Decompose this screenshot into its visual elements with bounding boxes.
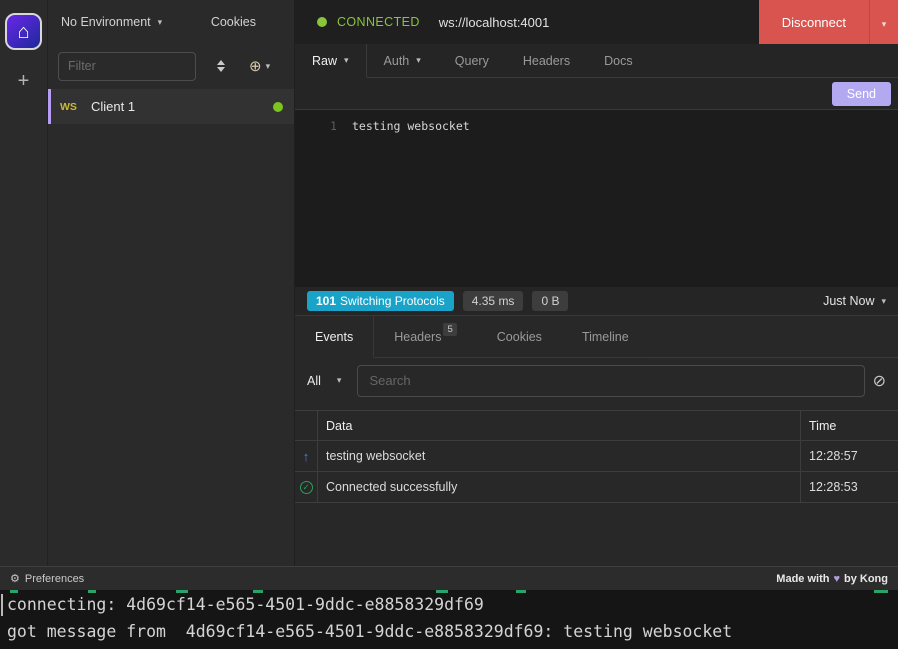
events-filter-row: All ▾ ⊘ bbox=[295, 358, 898, 403]
add-project-button[interactable]: + bbox=[18, 70, 30, 93]
event-time: 12:28:53 bbox=[801, 472, 898, 502]
terminal-clipped-line bbox=[176, 590, 188, 593]
chevron-down-icon: ▾ bbox=[881, 297, 886, 306]
preferences-button[interactable]: ⚙ Preferences bbox=[10, 572, 84, 585]
terminal-clipped-line bbox=[10, 590, 18, 593]
event-time: 12:28:57 bbox=[801, 441, 898, 471]
status-text: Switching Protocols bbox=[340, 294, 445, 308]
response-meta-bar: 101 Switching Protocols 4.35 ms 0 B Just … bbox=[295, 287, 898, 316]
chevron-down-icon: ▾ bbox=[337, 376, 342, 385]
tab-response-cookies[interactable]: Cookies bbox=[477, 316, 562, 358]
cookies-button[interactable]: Cookies bbox=[211, 15, 256, 29]
tab-bar-filler bbox=[650, 44, 898, 78]
chevron-down-icon: ▾ bbox=[158, 18, 163, 27]
tab-query[interactable]: Query bbox=[438, 44, 506, 78]
send-row: Send bbox=[295, 78, 898, 110]
event-data: Connected successfully bbox=[318, 472, 801, 502]
sidebar-header: No Environment ▾ Cookies bbox=[48, 0, 294, 44]
heart-icon: ♥ bbox=[833, 573, 840, 585]
environment-selector[interactable]: No Environment ▾ bbox=[61, 15, 162, 29]
disconnect-group: Disconnect ▾ bbox=[759, 0, 898, 44]
request-tab-bar: Raw ▾ Auth ▾ Query Headers Docs bbox=[295, 44, 898, 78]
home-icon: ⌂ bbox=[17, 22, 29, 42]
response-history-dropdown[interactable]: Just Now ▾ bbox=[823, 294, 888, 308]
terminal-line: got message from 4d69cf14-e565-4501-9ddc… bbox=[7, 622, 732, 641]
arrow-up-icon: ↑ bbox=[303, 450, 310, 463]
chevron-down-icon: ▾ bbox=[266, 62, 271, 71]
environment-label: No Environment bbox=[61, 15, 151, 29]
event-type-select[interactable]: All ▾ bbox=[307, 374, 341, 388]
time-column-header: Time bbox=[801, 411, 898, 440]
tab-response-headers[interactable]: Headers 5 bbox=[374, 316, 477, 358]
connection-status: CONNECTED bbox=[337, 15, 420, 29]
table-row[interactable]: ✓ Connected successfully 12:28:53 bbox=[295, 472, 898, 503]
terminal-line: connecting: 4d69cf14-e565-4501-9ddc-e885… bbox=[7, 595, 484, 614]
ban-icon: ⊘ bbox=[873, 373, 886, 390]
message-editor[interactable]: 1 testing websocket bbox=[295, 110, 898, 287]
terminal-clipped-line bbox=[88, 590, 96, 593]
kong-credit: Made with ♥ by Kong bbox=[776, 573, 888, 585]
response-time-badge: 4.35 ms bbox=[463, 291, 524, 311]
events-table-area: Data Time ↑ testing websocket 12:28:57 ✓… bbox=[295, 403, 898, 566]
request-name: Client 1 bbox=[91, 99, 273, 114]
chevron-down-icon: ▾ bbox=[344, 56, 349, 65]
editor-line-number: 1 bbox=[330, 119, 337, 133]
request-method-badge: WS bbox=[60, 101, 91, 113]
connected-dot-icon bbox=[317, 17, 327, 27]
sort-icon bbox=[217, 67, 225, 72]
tab-events[interactable]: Events bbox=[295, 316, 374, 358]
clear-events-button[interactable]: ⊘ bbox=[873, 371, 886, 391]
events-table: Data Time ↑ testing websocket 12:28:57 ✓… bbox=[295, 410, 898, 503]
response-tab-bar: Events Headers 5 Cookies Timeline bbox=[295, 316, 898, 358]
headers-count-badge: 5 bbox=[443, 323, 456, 336]
sort-button[interactable] bbox=[213, 56, 229, 76]
status-footer: ⚙ Preferences Made with ♥ by Kong bbox=[0, 566, 898, 590]
tab-headers[interactable]: Headers bbox=[506, 44, 587, 78]
tab-bar-filler bbox=[649, 316, 898, 358]
terminal-clipped-line bbox=[516, 590, 526, 593]
home-button[interactable]: ⌂ bbox=[5, 13, 42, 50]
status-code: 101 bbox=[316, 294, 336, 308]
tab-raw[interactable]: Raw ▾ bbox=[295, 44, 367, 78]
data-column-header: Data bbox=[318, 411, 801, 440]
plus-circle-icon: ⊕ bbox=[249, 57, 262, 75]
response-size-badge: 0 B bbox=[532, 291, 568, 311]
terminal-clipped-line bbox=[874, 590, 888, 593]
disconnect-menu-button[interactable]: ▾ bbox=[869, 0, 898, 44]
sidebar: No Environment ▾ Cookies ⊕ ▾ WS Client 1 bbox=[48, 0, 295, 566]
terminal[interactable]: connecting: 4d69cf14-e565-4501-9ddc-e885… bbox=[0, 590, 898, 649]
event-data: testing websocket bbox=[318, 441, 801, 471]
websocket-url: ws://localhost:4001 bbox=[439, 15, 550, 30]
sidebar-filter-input[interactable] bbox=[58, 52, 196, 81]
table-row[interactable]: ↑ testing websocket 12:28:57 bbox=[295, 441, 898, 472]
request-list-item[interactable]: WS Client 1 bbox=[48, 89, 294, 124]
check-circle-icon: ✓ bbox=[300, 481, 313, 494]
insomnia-app: ⌂ + No Environment ▾ Cookies ⊕ bbox=[0, 0, 898, 649]
status-badge: 101 Switching Protocols bbox=[307, 291, 454, 311]
connection-status-dot bbox=[273, 102, 283, 112]
events-search-input[interactable] bbox=[357, 365, 864, 397]
chevron-down-icon: ▾ bbox=[416, 56, 421, 65]
editor-content: testing websocket bbox=[352, 119, 470, 133]
tab-auth[interactable]: Auth ▾ bbox=[367, 44, 438, 78]
sort-icon bbox=[217, 60, 225, 65]
terminal-clipped-line bbox=[436, 590, 448, 593]
terminal-cursor bbox=[1, 594, 3, 616]
sidebar-filter-row: ⊕ ▾ bbox=[48, 44, 294, 88]
icon-column-header bbox=[295, 411, 318, 440]
gear-icon: ⚙ bbox=[10, 572, 20, 585]
connection-bar: CONNECTED ws://localhost:4001 Disconnect… bbox=[295, 0, 898, 44]
workspace: ⌂ + No Environment ▾ Cookies ⊕ bbox=[0, 0, 898, 566]
left-rail: ⌂ + bbox=[0, 0, 48, 566]
chevron-down-icon: ▾ bbox=[882, 19, 887, 29]
table-header-row: Data Time bbox=[295, 411, 898, 441]
tab-docs[interactable]: Docs bbox=[587, 44, 649, 78]
create-request-button[interactable]: ⊕ ▾ bbox=[249, 57, 270, 75]
terminal-clipped-line bbox=[253, 590, 263, 593]
send-button[interactable]: Send bbox=[832, 82, 891, 106]
disconnect-button[interactable]: Disconnect bbox=[759, 0, 869, 44]
main-pane: CONNECTED ws://localhost:4001 Disconnect… bbox=[295, 0, 898, 566]
tab-timeline[interactable]: Timeline bbox=[562, 316, 649, 358]
